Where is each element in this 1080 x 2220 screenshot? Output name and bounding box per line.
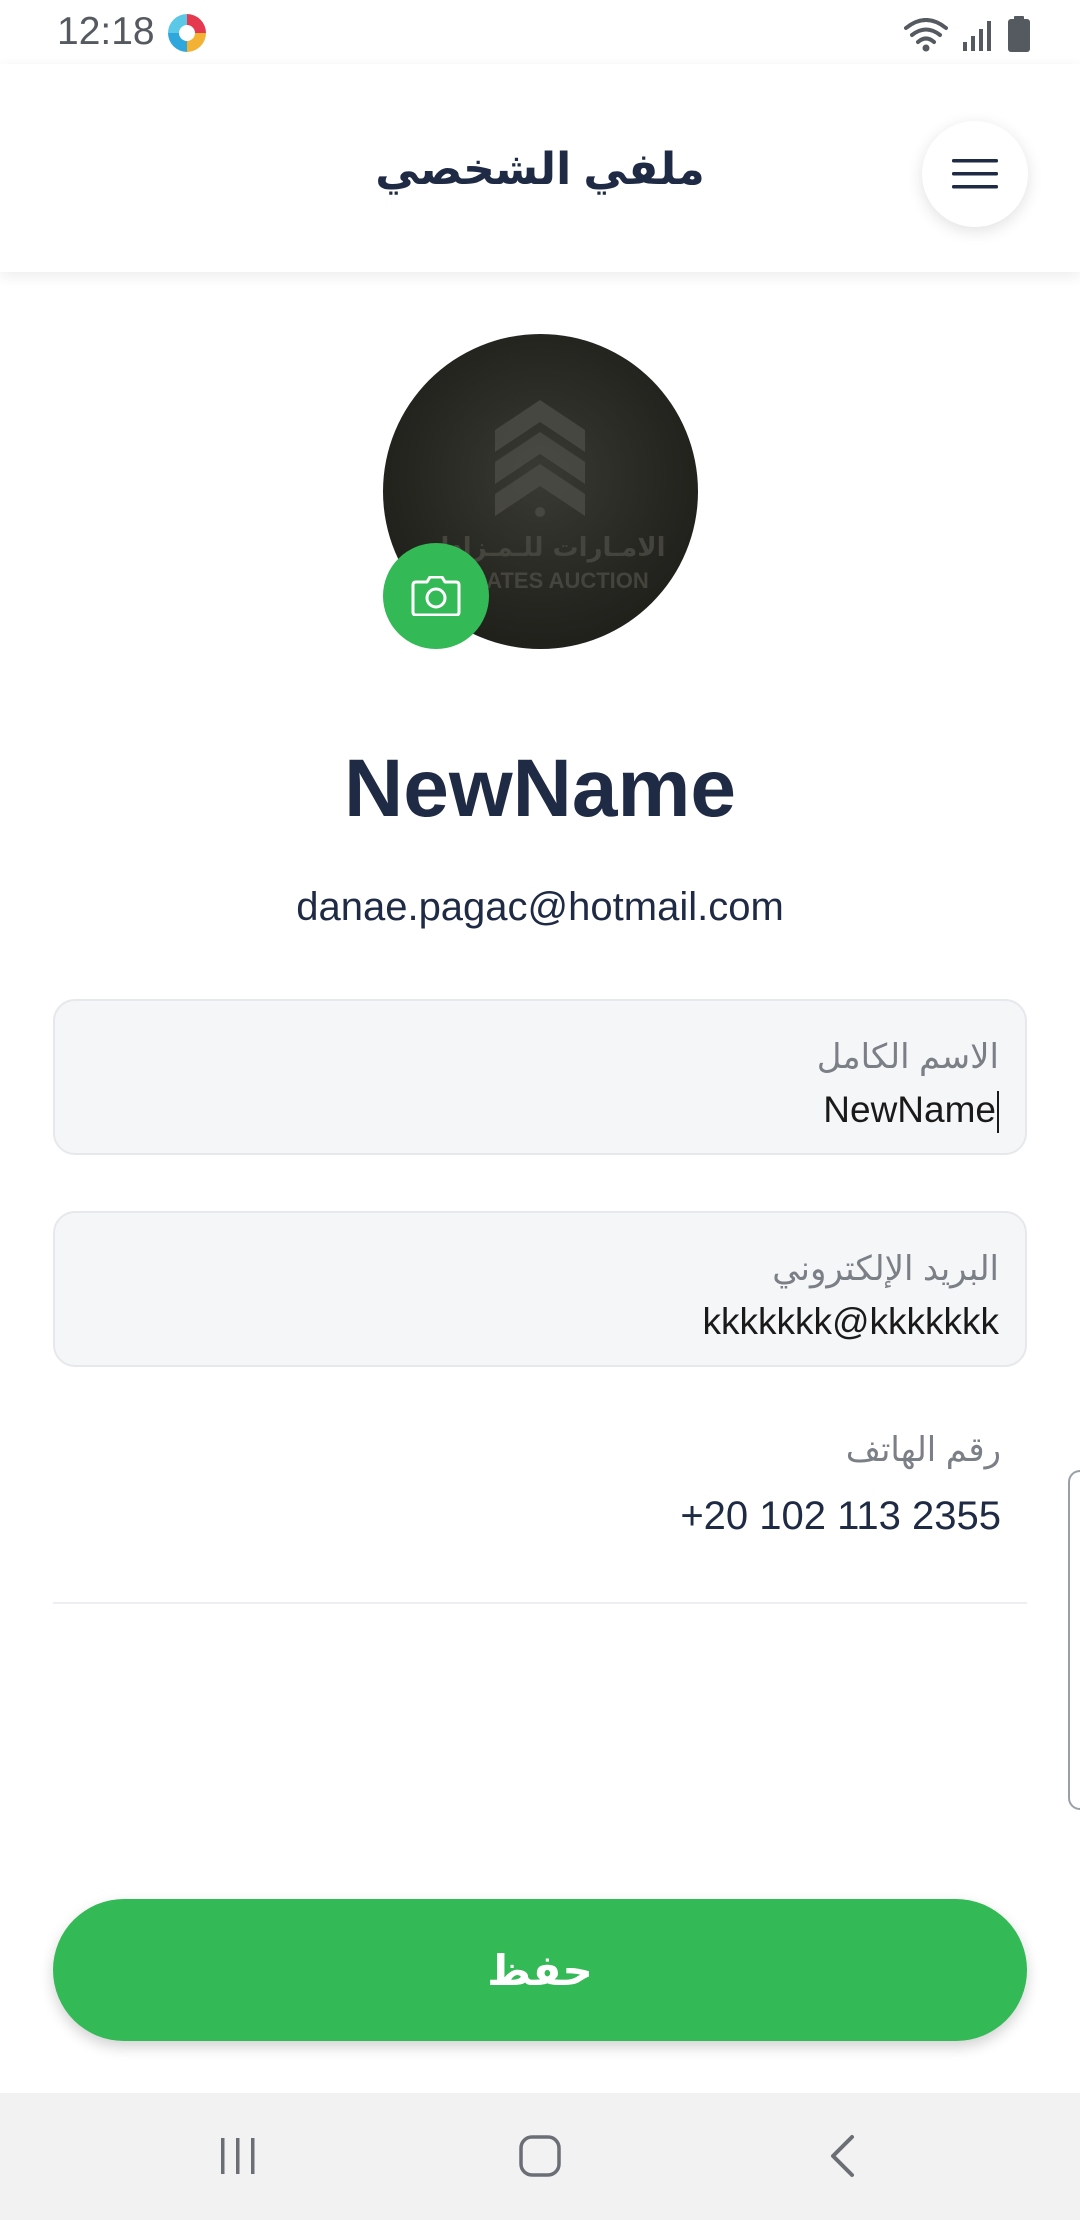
app-notification-icon [168,14,206,52]
signal-icon [963,21,991,51]
status-icons [904,14,1030,52]
email-input[interactable]: kkkkkkk@kkkkkkk [702,1301,999,1343]
status-bar: 12:18 [0,0,1080,64]
status-time: 12:18 [57,10,155,53]
menu-button[interactable] [922,121,1028,227]
battery-icon [1008,16,1030,52]
profile-name: NewName [344,743,736,834]
full-name-value: NewName [823,1089,996,1130]
recents-icon [221,2138,255,2174]
phone-label: رقم الهاتف [845,1431,1001,1469]
back-icon [831,2135,854,2177]
back-button[interactable] [802,2123,882,2189]
email-label: البريد الإلكتروني [772,1250,999,1288]
full-name-field[interactable]: الاسم الكامل NewName [53,999,1027,1155]
email-field[interactable]: البريد الإلكتروني kkkkkkk@kkkkkkk [53,1211,1027,1367]
text-cursor [997,1091,999,1134]
save-button[interactable]: حفظ [53,1899,1027,2041]
full-name-label: الاسم الكامل [816,1038,999,1076]
phone-input[interactable]: +20 102 113 2355 [680,1494,1001,1539]
app-header: ملفي الشخصي [0,64,1080,272]
scroll-indicator[interactable] [1068,1470,1080,1810]
hamburger-menu-icon [952,159,998,189]
full-name-input[interactable]: NewName [823,1089,999,1134]
home-button[interactable] [500,2123,580,2189]
wifi-icon [904,18,948,52]
camera-icon [411,576,461,616]
phone-field[interactable]: رقم الهاتف +20 102 113 2355 [53,1420,1027,1604]
recents-button[interactable] [198,2123,278,2189]
change-photo-button[interactable] [383,543,489,649]
page-title: ملفي الشخصي [375,145,705,194]
system-nav-bar [0,2093,1080,2220]
home-icon [519,2135,561,2177]
profile-email: danae.pagac@hotmail.com [296,885,784,929]
